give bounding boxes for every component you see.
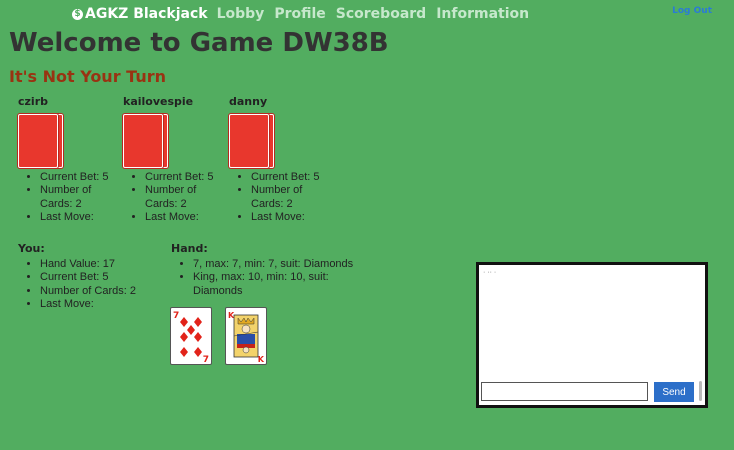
number-of-cards: Number of Cards: 2 (40, 285, 168, 298)
number-of-cards: Number of Cards: 2 (251, 184, 328, 211)
seven-of-diamonds-card: 7 7 (170, 307, 212, 365)
player-name: czirb (18, 95, 48, 108)
svg-text:7: 7 (203, 355, 209, 364)
last-move: Last Move: (40, 298, 168, 311)
card-backs (122, 114, 222, 170)
you-stats: Hand Value: 17 Current Bet: 5 Number of … (18, 258, 168, 312)
hand-heading: Hand: (171, 242, 208, 255)
last-move: Last Move: (145, 211, 222, 224)
chat-scrollbar[interactable] (699, 381, 702, 401)
hand-value: Hand Value: 17 (40, 258, 168, 271)
brand-name: AGKZ Blackjack (85, 6, 208, 22)
page-title: Welcome to Game DW38B (9, 28, 389, 58)
dollar-coin-icon: $ (72, 8, 83, 20)
player-stats: Current Bet: 5 Number of Cards: 2 Last M… (122, 171, 222, 225)
nav-information-link[interactable]: Information (436, 6, 529, 22)
king-of-diamonds-card: K K (225, 307, 267, 365)
logout-link[interactable]: Log Out (672, 6, 712, 16)
card-back-icon (229, 114, 269, 168)
current-bet: Current Bet: 5 (251, 171, 328, 184)
svg-text:K: K (258, 355, 265, 364)
seven-of-diamonds-icon: 7 7 (173, 311, 209, 365)
chat-box: · ·· · Send (476, 262, 708, 408)
svg-text:7: 7 (173, 311, 179, 321)
you-heading: You: (18, 242, 45, 255)
king-of-diamonds-icon: K K (228, 311, 265, 364)
card-back-icon (123, 114, 163, 168)
player-stats: Current Bet: 5 Number of Cards: 2 Last M… (228, 171, 328, 225)
send-button[interactable]: Send (654, 382, 694, 402)
you-panel: You: Hand Value: 17 Current Bet: 5 Numbe… (18, 242, 168, 312)
turn-status: It's Not Your Turn (9, 67, 166, 86)
player-panel: danny Current Bet: 5 Number of Cards: 2 … (228, 95, 328, 225)
player-stats: Current Bet: 5 Number of Cards: 2 Last M… (17, 171, 117, 225)
current-bet: Current Bet: 5 (145, 171, 222, 184)
last-move: Last Move: (40, 211, 117, 224)
card-back-icon (18, 114, 58, 168)
card-backs (17, 114, 117, 170)
hand-panel: Hand: 7, max: 7, min: 7, suit: Diamonds … (171, 242, 376, 298)
current-bet: Current Bet: 5 (40, 271, 168, 284)
player-panel: czirb Current Bet: 5 Number of Cards: 2 … (17, 95, 117, 225)
brand[interactable]: $ AGKZ Blackjack (72, 6, 208, 22)
last-move: Last Move: (251, 211, 328, 224)
nav-profile-link[interactable]: Profile (274, 6, 325, 22)
nav-lobby-link[interactable]: Lobby (217, 6, 265, 22)
hand-card-item: King, max: 10, min: 10, suit: Diamonds (193, 271, 376, 298)
number-of-cards: Number of Cards: 2 (145, 184, 222, 211)
chat-log[interactable]: · ·· · (483, 269, 697, 381)
card-backs (228, 114, 328, 170)
player-name: kailovespie (123, 95, 194, 108)
hand-list: 7, max: 7, min: 7, suit: Diamonds King, … (171, 258, 376, 298)
nav-scoreboard-link[interactable]: Scoreboard (336, 6, 426, 22)
top-nav: $ AGKZ Blackjack Lobby Profile Scoreboar… (72, 4, 539, 24)
hand-card-item: 7, max: 7, min: 7, suit: Diamonds (193, 258, 376, 271)
player-name: danny (229, 95, 268, 108)
chat-input[interactable] (481, 382, 648, 401)
player-panel: kailovespie Current Bet: 5 Number of Car… (122, 95, 222, 225)
current-bet: Current Bet: 5 (40, 171, 117, 184)
number-of-cards: Number of Cards: 2 (40, 184, 117, 211)
